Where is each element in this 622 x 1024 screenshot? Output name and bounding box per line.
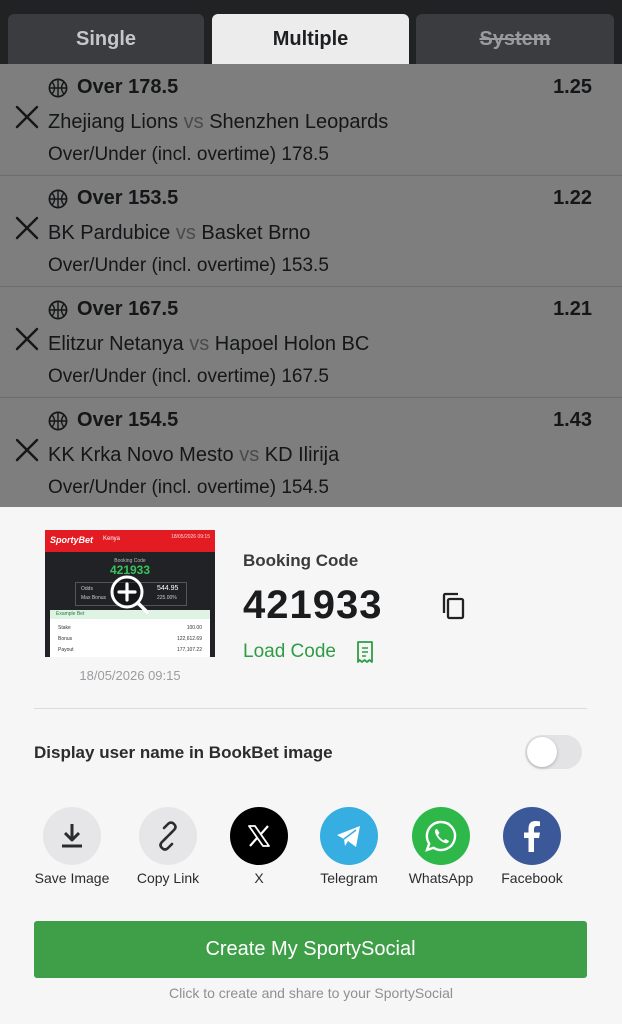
market-name: Over/Under (incl. overtime) 154.5 [48, 477, 329, 498]
basketball-icon [48, 411, 68, 431]
vs-label: vs [183, 111, 204, 133]
share-whatsapp-button[interactable]: WhatsApp [391, 807, 491, 886]
home-team: Zhejiang Lions [48, 111, 179, 133]
selection-odds: 1.21 [553, 298, 592, 320]
preview-odds-label: Odds [81, 586, 93, 592]
link-icon [139, 807, 197, 865]
selection-pick: Over 167.5 [77, 298, 179, 320]
match-name: Elitzur Netanya vs Hapoel Holon BC [48, 333, 369, 356]
home-team: Elitzur Netanya [48, 333, 184, 355]
preview-row: Payout 177,107.22 [58, 647, 202, 653]
match-name: KK Krka Novo Mesto vs KD Ilirija [48, 444, 339, 467]
market-name: Over/Under (incl. overtime) 167.5 [48, 366, 329, 387]
ticket-icon[interactable] [354, 640, 376, 664]
booking-code: 421933 [243, 583, 383, 627]
divider [34, 708, 587, 709]
booking-code-label: Booking Code [243, 551, 359, 570]
share-label: Telegram [320, 870, 378, 886]
remove-selection-icon[interactable] [14, 437, 40, 463]
sportybet-logo: SportyBet [50, 535, 94, 545]
share-facebook-button[interactable]: Facebook [482, 807, 582, 886]
preview-row: Stake 100.00 [58, 625, 202, 631]
preview-region: Kenya [103, 536, 121, 542]
selection-pick: Over 154.5 [77, 409, 179, 431]
tab-system[interactable]: System [416, 14, 614, 64]
vs-label: vs [175, 222, 196, 244]
away-team: Basket Brno [201, 222, 311, 244]
telegram-icon [320, 807, 378, 865]
remove-selection-icon[interactable] [14, 215, 40, 241]
preview-date: 18/05/2026 09:15 [171, 534, 210, 540]
facebook-icon [503, 807, 561, 865]
basketball-icon [48, 189, 68, 209]
create-sportysocial-button[interactable]: Create My SportySocial [34, 921, 587, 978]
toggle-knob [527, 737, 557, 767]
display-username-label: Display user name in BookBet image [34, 743, 333, 762]
share-label: Save Image [34, 870, 110, 886]
share-label: Facebook [501, 870, 563, 886]
selection-odds: 1.43 [553, 409, 592, 431]
selection-odds: 1.25 [553, 76, 592, 98]
share-telegram-button[interactable]: Telegram [299, 807, 399, 886]
create-hint: Click to create and share to your Sporty… [168, 985, 454, 1001]
home-team: BK Pardubice [48, 222, 171, 244]
away-team: KD Ilirija [264, 444, 340, 466]
share-x-button[interactable]: X [209, 807, 309, 886]
selection-pick: Over 153.5 [77, 187, 179, 209]
away-team: Hapoel Holon BC [214, 333, 370, 355]
market-name: Over/Under (incl. overtime) 178.5 [48, 144, 329, 165]
tab-multiple[interactable]: Multiple [212, 14, 409, 64]
share-label: WhatsApp [408, 870, 474, 886]
remove-selection-icon[interactable] [14, 326, 40, 352]
preview-header: SportyBet Kenya 18/05/2026 09:15 [45, 530, 215, 552]
basketball-icon [48, 78, 68, 98]
selection-odds: 1.22 [553, 187, 592, 209]
preview-example-card: Example Bet Stake 100.00 Bonus 122,612.69 … [50, 610, 210, 657]
display-username-toggle[interactable] [525, 735, 582, 769]
market-name: Over/Under (incl. overtime) 153.5 [48, 255, 329, 276]
preview-odds-value: 544.95 [157, 585, 179, 592]
preview-row: Bonus 122,612.69 [58, 636, 202, 642]
betslip-list: Over 178.5 1.25 Zhejiang Lions vs Shenzh… [0, 64, 622, 507]
match-name: BK Pardubice vs Basket Brno [48, 222, 310, 245]
basketball-icon [48, 300, 68, 320]
bet-selection: Over 167.5 1.21 Elitzur Netanya vs Hapoe… [0, 286, 622, 398]
vs-label: vs [189, 333, 210, 355]
whatsapp-icon [412, 807, 470, 865]
home-team: KK Krka Novo Mesto [48, 444, 234, 466]
x-logo-icon [230, 807, 288, 865]
match-name: Zhejiang Lions vs Shenzhen Leopards [48, 111, 388, 134]
save-image-button[interactable]: Save Image [22, 807, 122, 886]
remove-selection-icon[interactable] [14, 104, 40, 130]
copy-icon[interactable] [440, 591, 468, 621]
bet-selection: Over 153.5 1.22 BK Pardubice vs Basket B… [0, 175, 622, 287]
bet-selection: Over 178.5 1.25 Zhejiang Lions vs Shenzh… [0, 64, 622, 176]
bet-selection: Over 154.5 1.43 KK Krka Novo Mesto vs KD… [0, 397, 622, 508]
zoom-in-icon[interactable] [107, 572, 151, 616]
vs-label: vs [239, 444, 260, 466]
preview-maxbonus-value: 225.00% [157, 595, 177, 601]
tab-single[interactable]: Single [8, 14, 204, 64]
share-sheet: SportyBet Kenya 18/05/2026 09:15 Booking… [0, 507, 622, 1024]
bookbet-image-preview[interactable]: SportyBet Kenya 18/05/2026 09:15 Booking… [45, 530, 215, 657]
preview-maxbonus-label: Max Bonus [81, 595, 107, 601]
image-date: 18/05/2026 09:15 [79, 668, 181, 683]
share-label: X [254, 870, 264, 886]
share-label: Copy Link [136, 870, 200, 886]
away-team: Shenzhen Leopards [209, 111, 389, 133]
selection-pick: Over 178.5 [77, 76, 179, 98]
copy-link-button[interactable]: Copy Link [118, 807, 218, 886]
bet-type-tabs: Single Multiple System [0, 0, 622, 64]
load-code-link[interactable]: Load Code [243, 641, 336, 663]
download-icon [43, 807, 101, 865]
